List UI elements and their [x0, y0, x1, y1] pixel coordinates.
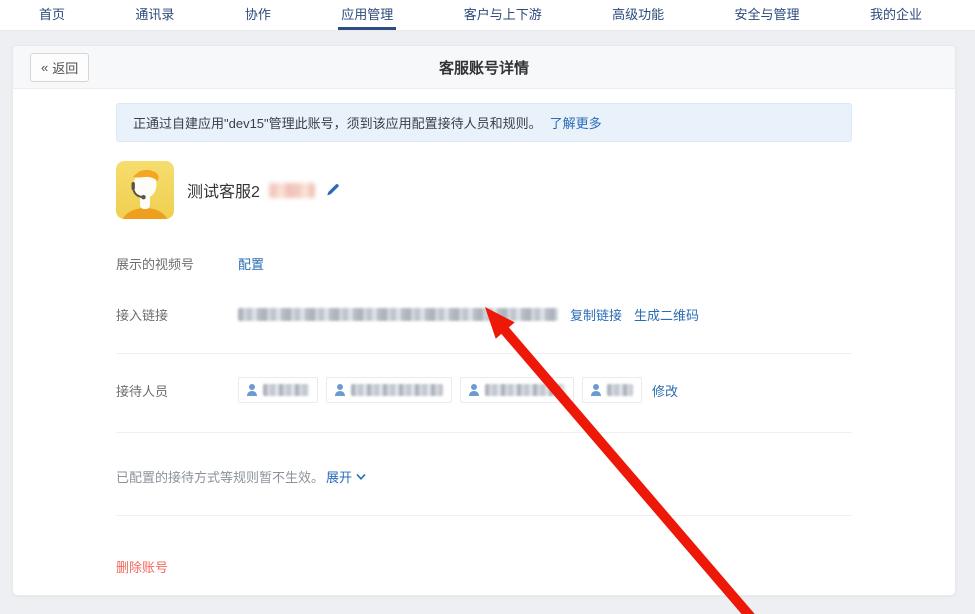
page-title: 客服账号详情: [13, 57, 955, 78]
person-icon: [469, 384, 479, 396]
redacted-name-suffix: [269, 183, 315, 198]
nav-item-security[interactable]: 安全与管理: [732, 0, 803, 30]
detail-card: « 返回 客服账号详情 正通过自建应用"dev15"管理此账号，须到该应用配置接…: [12, 45, 956, 596]
staff-chip: [460, 377, 574, 403]
nav-item-customers[interactable]: 客户与上下游: [461, 0, 545, 30]
delete-row: 删除账号: [116, 557, 852, 576]
rules-text: 已配置的接待方式等规则暂不生效。: [116, 467, 324, 486]
chevron-down-icon: [356, 474, 366, 480]
expand-label: 展开: [326, 467, 352, 486]
top-navigation: 首页 通讯录 协作 应用管理 客户与上下游 高级功能 安全与管理 我的企业: [0, 0, 975, 31]
divider: [116, 353, 852, 354]
staff-chip-list: [238, 377, 642, 403]
nav-item-collaboration[interactable]: 协作: [242, 0, 274, 30]
info-banner: 正通过自建应用"dev15"管理此账号，须到该应用配置接待人员和规则。了解更多: [116, 103, 852, 142]
nav-item-app-management[interactable]: 应用管理: [338, 0, 396, 30]
staff-label: 接待人员: [116, 381, 238, 400]
double-chevron-left-icon: «: [41, 60, 48, 75]
configure-video-link[interactable]: 配置: [238, 254, 264, 273]
divider: [116, 432, 852, 433]
back-button-label: 返回: [52, 58, 78, 77]
nav-item-advanced[interactable]: 高级功能: [609, 0, 667, 30]
staff-row: 接待人员: [116, 377, 852, 403]
modify-staff-link[interactable]: 修改: [652, 381, 678, 400]
card-header: « 返回 客服账号详情: [13, 46, 955, 89]
delete-account-link[interactable]: 删除账号: [116, 557, 168, 576]
redacted-staff-name: [263, 384, 309, 396]
person-icon: [247, 384, 257, 396]
video-account-label: 展示的视频号: [116, 254, 238, 273]
page-background: « 返回 客服账号详情 正通过自建应用"dev15"管理此账号，须到该应用配置接…: [0, 31, 975, 614]
access-link-row: 接入链接 复制链接 生成二维码: [116, 305, 852, 324]
copy-link-button[interactable]: 复制链接: [570, 305, 622, 324]
customer-service-avatar: [116, 161, 174, 219]
nav-item-contacts[interactable]: 通讯录: [132, 0, 177, 30]
learn-more-link[interactable]: 了解更多: [550, 116, 602, 131]
edit-pencil-icon[interactable]: [325, 183, 339, 197]
rules-row: 已配置的接待方式等规则暂不生效。 展开: [116, 467, 852, 486]
staff-chip: [238, 377, 318, 403]
profile-section: 测试客服2: [116, 161, 852, 219]
generate-qr-button[interactable]: 生成二维码: [634, 305, 699, 324]
staff-chip: [326, 377, 452, 403]
person-icon: [591, 384, 601, 396]
divider: [116, 515, 852, 516]
card-body: 正通过自建应用"dev15"管理此账号，须到该应用配置接待人员和规则。了解更多: [13, 89, 955, 576]
redacted-staff-name: [485, 384, 565, 396]
staff-chip: [582, 377, 642, 403]
redacted-access-url: [238, 308, 558, 321]
redacted-staff-name: [351, 384, 443, 396]
info-banner-text: 正通过自建应用"dev15"管理此账号，须到该应用配置接待人员和规则。: [133, 116, 542, 131]
back-button[interactable]: « 返回: [30, 53, 89, 82]
nav-item-home[interactable]: 首页: [36, 0, 68, 30]
access-link-label: 接入链接: [116, 305, 238, 324]
account-name: 测试客服2: [187, 178, 260, 202]
nav-item-my-enterprise[interactable]: 我的企业: [867, 0, 925, 30]
person-icon: [335, 384, 345, 396]
video-account-row: 展示的视频号 配置: [116, 254, 852, 273]
redacted-staff-name: [607, 384, 633, 396]
expand-rules-link[interactable]: 展开: [326, 467, 366, 486]
